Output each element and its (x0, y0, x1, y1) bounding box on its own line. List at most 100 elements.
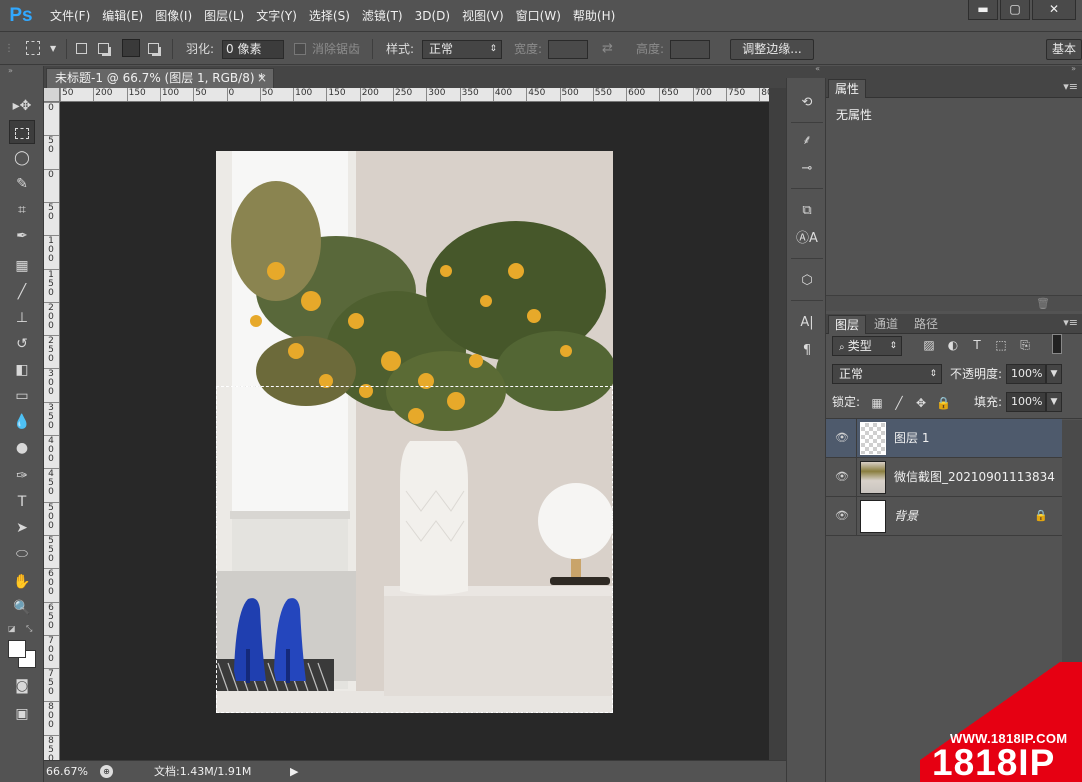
menu-window[interactable]: 窗口(W) (510, 0, 567, 32)
lock-all-icon[interactable]: 🔒 (936, 396, 951, 410)
swap-colors-icon[interactable]: ⤡ (26, 624, 36, 634)
history-brush-tool-icon[interactable]: ↺ (9, 332, 35, 356)
vertical-ruler[interactable]: 0 50 0 50 100 150 200 250 300 350 400 450 500 550 600 6… (44, 102, 60, 760)
width-input[interactable] (548, 40, 588, 59)
paragraph-panel-icon[interactable]: ¶ (795, 340, 819, 362)
smart-object-filter-icon[interactable]: ⎘ (1018, 338, 1032, 352)
brush-panel-icon[interactable]: ⊸ (795, 158, 819, 180)
pen-tool-icon[interactable]: ✑ (9, 464, 35, 488)
marquee-tool-icon[interactable] (9, 120, 35, 144)
vertical-scrollbar[interactable] (769, 88, 786, 760)
fill-input[interactable]: 100% (1006, 392, 1046, 412)
eyedropper-tool-icon[interactable]: ✒ (9, 224, 35, 248)
brush-tool-icon[interactable]: ╱ (9, 280, 35, 304)
swap-icon[interactable]: ⇄ (602, 39, 613, 59)
antialias-checkbox[interactable] (294, 43, 306, 55)
menu-view[interactable]: 视图(V) (456, 0, 510, 32)
visibility-eye-icon[interactable]: 👁 (834, 470, 850, 484)
subtract-from-selection-icon[interactable] (122, 39, 140, 57)
menu-help[interactable]: 帮助(H) (567, 0, 621, 32)
panel-menu-icon[interactable]: ▾≡ (1063, 80, 1078, 93)
layer-row[interactable]: 👁 背景 🔒 (826, 497, 1062, 536)
tab-layers[interactable]: 图层 (828, 315, 867, 334)
maximize-button[interactable]: ▢ (1000, 0, 1030, 20)
clone-stamp-tool-icon[interactable]: ⊥ (9, 306, 35, 330)
collapse-panels-icon[interactable]: » (1071, 64, 1076, 73)
fill-dropdown-icon[interactable]: ▼ (1046, 392, 1062, 412)
panel-menu-icon[interactable]: ▾≡ (1063, 316, 1078, 329)
ruler-origin[interactable] (44, 88, 60, 102)
blur-tool-icon[interactable]: 💧 (9, 410, 35, 434)
layer-name[interactable]: 背景 (894, 508, 918, 524)
lasso-tool-icon[interactable]: ◯ (9, 146, 35, 170)
rect-marquee-preset-icon[interactable] (26, 41, 40, 55)
default-colors-icon[interactable]: ◪ (8, 624, 18, 634)
layer-name[interactable]: 微信截图_20210901113834 (894, 469, 1055, 485)
style-select[interactable]: 正常 ⇕ (422, 40, 502, 59)
layer-filter-select[interactable]: ⌕ 类型 ⇕ (832, 336, 902, 356)
opacity-dropdown-icon[interactable]: ▼ (1046, 364, 1062, 384)
crop-tool-icon[interactable]: ⌗ (9, 198, 35, 222)
menu-image[interactable]: 图像(I) (149, 0, 198, 32)
opacity-input[interactable]: 100% (1006, 364, 1046, 384)
layer-row[interactable]: 👁 图层 1 (826, 419, 1062, 458)
menu-file[interactable]: 文件(F) (44, 0, 96, 32)
lock-transparent-icon[interactable]: ▦ (870, 396, 884, 410)
lock-position-icon[interactable]: ✥ (914, 396, 928, 410)
preset-dropdown-icon[interactable]: ▼ (50, 39, 56, 59)
minimize-button[interactable]: ▬ (968, 0, 998, 20)
status-info-icon[interactable]: ⊕ (100, 765, 113, 778)
menu-type[interactable]: 文字(Y) (250, 0, 303, 32)
document-tab[interactable]: 未标题-1 @ 66.7% (图层 1, RGB/8) * × (46, 68, 274, 88)
menu-layer[interactable]: 图层(L) (198, 0, 250, 32)
zoom-level[interactable]: 66.67% (46, 763, 94, 780)
layer-row[interactable]: 👁 微信截图_20210901113834 (826, 458, 1062, 497)
workspace-button[interactable]: 基本 (1046, 39, 1082, 60)
character-panel-icon[interactable]: A| (795, 312, 819, 334)
character-styles-icon[interactable]: ⒶA (795, 228, 819, 250)
filter-toggle-icon[interactable] (1052, 334, 1062, 354)
type-tool-icon[interactable]: T (9, 490, 35, 514)
add-to-selection-icon[interactable] (98, 43, 109, 54)
menu-edit[interactable]: 编辑(E) (96, 0, 149, 32)
horizontal-ruler[interactable]: 50 200 150 100 50 0 50 100 150 200 250 300 350 400 450… (60, 88, 769, 102)
blend-mode-select[interactable]: 正常 ⇕ (832, 364, 942, 384)
zoom-tool-icon[interactable]: 🔍 (9, 596, 35, 620)
dodge-tool-icon[interactable]: ● (9, 436, 35, 460)
shape-filter-icon[interactable]: ⬚ (994, 338, 1008, 352)
close-button[interactable]: ✕ (1032, 0, 1076, 20)
tab-properties[interactable]: 属性 (828, 79, 867, 98)
tab-paths[interactable]: 路径 (908, 315, 944, 334)
close-tab-icon[interactable]: × (257, 69, 267, 88)
collapse-toolbar-icon[interactable]: » (8, 66, 13, 75)
refine-edge-button[interactable]: 调整边缘... (730, 39, 814, 60)
visibility-eye-icon[interactable]: 👁 (834, 509, 850, 523)
type-filter-icon[interactable]: T (970, 338, 984, 352)
3d-panel-icon[interactable]: ⬡ (795, 270, 819, 292)
brush-presets-icon[interactable]: ⸙ (795, 130, 819, 152)
move-tool-icon[interactable]: ▸✥ (9, 94, 35, 118)
tab-channels[interactable]: 通道 (868, 315, 904, 334)
status-menu-arrow-icon[interactable]: ▶ (290, 763, 298, 780)
lock-image-icon[interactable]: ╱ (892, 396, 906, 410)
menu-3d[interactable]: 3D(D) (409, 0, 456, 32)
quick-select-tool-icon[interactable]: ✎ (9, 172, 35, 196)
history-panel-icon[interactable]: ⟲ (795, 92, 819, 114)
new-selection-icon[interactable] (76, 43, 87, 54)
intersect-selection-icon[interactable] (148, 43, 159, 54)
shape-tool-icon[interactable]: ⬭ (9, 542, 35, 566)
quick-mask-icon[interactable]: ◙ (9, 674, 35, 698)
eraser-tool-icon[interactable]: ◧ (9, 358, 35, 382)
menu-select[interactable]: 选择(S) (303, 0, 356, 32)
pixel-filter-icon[interactable]: ▨ (922, 338, 936, 352)
feather-input[interactable]: 0 像素 (222, 40, 284, 59)
screen-mode-icon[interactable]: ▣ (9, 702, 35, 726)
hand-tool-icon[interactable]: ✋ (9, 570, 35, 594)
visibility-eye-icon[interactable]: 👁 (834, 431, 850, 445)
document-image[interactable] (216, 151, 613, 713)
gradient-tool-icon[interactable]: ▭ (9, 384, 35, 408)
trash-icon[interactable]: 🗑 (1036, 297, 1050, 310)
height-input[interactable] (670, 40, 710, 59)
path-select-tool-icon[interactable]: ➤ (9, 516, 35, 540)
healing-brush-tool-icon[interactable]: ▦ (9, 254, 35, 278)
